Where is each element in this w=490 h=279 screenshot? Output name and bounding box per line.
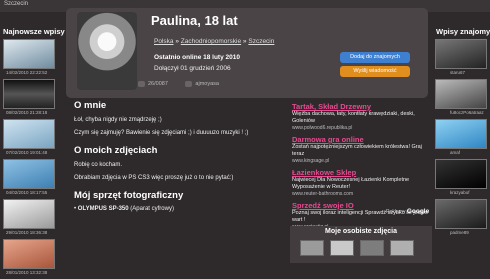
friend-entry-user[interactable]: fu8oczPo6atraaz (450, 110, 490, 115)
stat-value: 26/0087 (148, 81, 168, 88)
last-online-label: Ostatnio online (154, 54, 202, 61)
recent-entry-thumb[interactable] (3, 239, 55, 269)
friend-entry-thumb[interactable] (435, 199, 487, 229)
about-text: Czym się zajmuję? Bawienie się zdjęciami… (74, 130, 249, 136)
last-online: Ostatnio online 18 luty 2010 (154, 54, 240, 61)
friend-entry-thumb[interactable] (435, 159, 487, 189)
stat-value: ajmoyasa (195, 81, 219, 88)
ad-item: Łazienkowe Sklep Najwiecej Dla Nowoczesn… (292, 168, 430, 197)
stat-icon (138, 81, 145, 87)
gear-item: • OLYMPUS SP-350 (Aparat cyfrowy) (74, 205, 274, 213)
gear-item-name: OLYMPUS SP-350 (77, 206, 129, 212)
joined-date: Dołączył 01 grudzień 2006 (154, 65, 231, 72)
add-friend-button[interactable]: Dodaj do znajomych (340, 52, 410, 63)
ad-url[interactable]: www.reuter-bathrooms.com (292, 191, 430, 197)
recent-entry-thumb[interactable] (3, 39, 55, 69)
photos-about-text: Obrabiam zdjęcia w PS CS3 więc proszę ju… (74, 175, 234, 181)
gear-title: Mój sprzęt fotograficzny (74, 190, 184, 201)
ad-desc: Najwiecej Dla Nowoczesnej Łazienki Kompl… (292, 177, 410, 190)
breadcrumb-region-link[interactable]: Zachodniopomorskie (181, 38, 241, 45)
ad-title[interactable]: Darmowa gra online (292, 135, 430, 144)
left-sidebar-title: Najnowsze wpisy (3, 27, 65, 36)
right-sidebar: Wpisy znajomych staru67 fu8oczPo6atraaz … (432, 26, 490, 239)
ad-url[interactable]: www.polwood6.republika.pl (292, 125, 430, 131)
recent-entry-thumb[interactable] (3, 199, 55, 229)
google-logo: Google (406, 208, 430, 215)
send-message-button[interactable]: Wyślij wiadomość (340, 66, 410, 77)
friend-entry-user[interactable]: krazyabof (450, 190, 490, 195)
friend-entry-user[interactable]: amaf (450, 150, 490, 155)
last-online-value: 18 luty 2010 (203, 54, 240, 61)
photos-about-title: O moich zdjęciach (74, 145, 158, 156)
left-sidebar: Najnowsze wpisy 14/02/2010 22:22:52 08/0… (0, 26, 65, 279)
recent-entry-date: 28/01/2010 13:32:38 (6, 270, 48, 275)
recent-entry-thumb[interactable] (3, 79, 55, 109)
friend-entry-thumb[interactable] (435, 79, 487, 109)
my-photo-thumb[interactable] (300, 240, 324, 256)
bullet-icon: • (74, 206, 77, 212)
ad-item: Darmowa gra online Zostań najpotężniejsz… (292, 135, 430, 164)
stat-item: 26/0087 (138, 81, 176, 87)
recent-entry-date: 29/01/2010 18:36:38 (6, 230, 48, 235)
breadcrumb-city-link[interactable]: Szczecin (248, 38, 274, 45)
ad-title[interactable]: Łazienkowe Sklep (292, 168, 430, 177)
my-photo-thumb[interactable] (330, 240, 354, 256)
ad-desc: Zostań najpotężniejszym człowiekiem król… (292, 144, 422, 157)
my-photos-panel: Moje osobiste zdjęcia (290, 226, 432, 263)
top-location-text: Szczecin (4, 1, 29, 7)
my-photos-title: Moje osobiste zdjęcia (325, 228, 397, 235)
location-breadcrumb: Polska » Zachodniopomorskie » Szczecin (154, 38, 274, 45)
profile-header: Paulina, 18 lat Polska » Zachodniopomors… (66, 8, 428, 98)
my-photo-thumb[interactable] (390, 240, 414, 256)
profile-name: Paulina, 18 lat (151, 13, 238, 28)
recent-entry-date: 07/02/2010 19:01:48 (6, 150, 48, 155)
stat-icon (185, 81, 193, 87)
friend-entry-thumb[interactable] (435, 39, 487, 69)
ads-panel: Tartak, Skład Drzewny Więźba dachowa, ła… (292, 102, 430, 234)
right-sidebar-title: Wpisy znajomych (436, 27, 490, 36)
recent-entry-date: 04/02/2010 18:17:55 (6, 190, 48, 195)
ad-desc: Więźba dachowa, łaty, kontłaty krawędzia… (292, 111, 415, 124)
ads-by-google[interactable]: Reklamy Google (386, 208, 429, 215)
breadcrumb-separator: » (175, 38, 179, 45)
about-title: O mnie (74, 100, 107, 111)
photos-about-text: Robię co kocham. (74, 162, 123, 168)
breadcrumb-country-link[interactable]: Polska (154, 38, 174, 45)
recent-entry-date: 14/02/2010 22:22:52 (6, 70, 48, 75)
ad-item: Tartak, Skład Drzewny Więźba dachowa, ła… (292, 102, 430, 131)
stat-item: ajmoyasa (185, 81, 227, 87)
friend-entry-thumb[interactable] (435, 119, 487, 149)
friend-entry-user[interactable]: staru67 (450, 70, 490, 75)
my-photo-thumb[interactable] (360, 240, 384, 256)
recent-entry-date: 08/02/2010 21:28:18 (6, 110, 48, 115)
breadcrumb-separator: » (242, 38, 247, 45)
ad-url[interactable]: www.kingsage.pl (292, 158, 430, 164)
gear-item-type: (Aparat cyfrowy) (130, 206, 174, 212)
profile-avatar[interactable] (77, 12, 137, 90)
recent-entry-thumb[interactable] (3, 159, 55, 189)
profile-content: O mnie Łoł, chyba nigdy nie zmądrzeję ;)… (74, 100, 274, 213)
ads-by-label: Reklamy (386, 209, 406, 215)
profile-stats: 26/0087 ajmoyasa (138, 81, 235, 87)
recent-entry-thumb[interactable] (3, 119, 55, 149)
friend-entry-user[interactable]: padme89 (450, 230, 490, 235)
ad-title[interactable]: Tartak, Skład Drzewny (292, 102, 430, 111)
about-text: Łoł, chyba nigdy nie zmądrzeję ;) (74, 117, 162, 123)
